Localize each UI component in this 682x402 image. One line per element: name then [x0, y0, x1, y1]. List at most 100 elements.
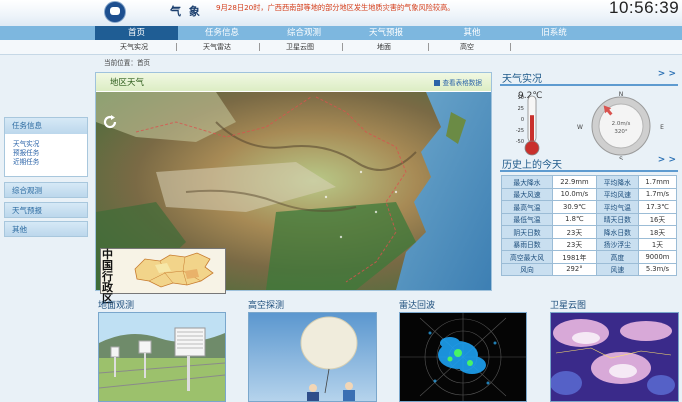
nav-other[interactable]: 其他 [430, 26, 514, 40]
live-weather-header: 天气实况 > > [500, 69, 678, 86]
history-value-cell: 1981年 [552, 250, 597, 264]
china-outline-map [134, 252, 214, 288]
nav-old-system[interactable]: 旧系统 [514, 26, 594, 40]
clock: 10:56:39 [609, 0, 680, 17]
surface-observation-image[interactable] [98, 312, 226, 402]
subnav-divider [510, 43, 511, 51]
history-label-cell: 风向 [500, 262, 554, 276]
history-more-link[interactable]: > > [658, 155, 676, 165]
history-label-cell: 平均风速 [595, 187, 639, 201]
history-label-cell: 最大降水 [500, 175, 554, 189]
sidebar-item-observation[interactable]: 综合观测 [4, 182, 88, 198]
radar-echo-chart [400, 313, 526, 401]
sidebar-item-forecast[interactable]: 天气预报 [4, 202, 88, 218]
history-value-cell: 1天 [637, 237, 678, 251]
view-table-label: 查看表格数据 [442, 79, 482, 87]
brand-title: 气 象 [170, 5, 202, 18]
history-label-cell: 扬沙浮尘 [595, 237, 639, 251]
refresh-icon[interactable] [102, 114, 118, 130]
thermo-tick-label: -25 [516, 128, 524, 134]
history-value-cell: 23天 [552, 225, 597, 239]
view-table-link[interactable]: 查看表格数据 [434, 77, 482, 87]
card-title-surface[interactable]: 地面观测 [98, 298, 134, 311]
sidebar-link-recent-task[interactable]: 近期任务 [5, 158, 87, 167]
history-label-cell: 最高气温 [500, 200, 554, 214]
history-title: 历史上的今天 [502, 160, 562, 171]
card-title-satellite[interactable]: 卫星云图 [550, 298, 586, 311]
history-label-cell: 风速 [595, 262, 639, 276]
breadcrumb: 当前位置：首页 [104, 59, 151, 67]
history-table: 最大降水 22.9mm 平均降水 1.7mm 最大风速 10.0m/s 平均风速 1.7m/s… [500, 175, 678, 276]
thermo-tick-label: -50 [516, 139, 524, 145]
main-nav: 首页 任务信息 综合观测 天气预报 其他 旧系统 [0, 26, 682, 40]
compass-e-label: E [660, 124, 664, 131]
subnav-divider [428, 43, 429, 51]
history-label-cell: 高空最大风 [500, 250, 554, 264]
history-header: 历史上的今天 > > [500, 155, 678, 172]
history-value-cell: 22.9mm [552, 175, 597, 189]
subnav-live[interactable]: 天气实况 [120, 40, 148, 54]
surface-station-photo [99, 313, 225, 401]
inset-title: 中国行政区 [102, 248, 113, 305]
alert-ticker[interactable]: 9月28日20时，广西西南部等地的部分地区发生地质灾害的气象风险较高。 [216, 3, 455, 13]
history-label-cell: 平均气温 [595, 200, 639, 214]
history-value-cell: 1.8℃ [552, 212, 597, 226]
nav-observation[interactable]: 综合观测 [266, 26, 342, 40]
thermometer-fill [530, 115, 534, 144]
satellite-cloud-image[interactable] [550, 312, 679, 402]
nav-tasks[interactable]: 任务信息 [178, 26, 266, 40]
sidebar-task-box: 任务信息 天气实况 预报任务 近期任务 [4, 117, 88, 177]
history-row: 最大降水 22.9mm 平均降水 1.7mm [500, 175, 678, 189]
history-label-cell: 降水日数 [595, 225, 639, 239]
history-value-cell: 5.3m/s [637, 262, 678, 276]
history-row: 高空最大风 1981年 高度 9000m [500, 250, 678, 264]
sidebar-link-live[interactable]: 天气实况 [5, 140, 87, 149]
history-row: 最大风速 10.0m/s 平均风速 1.7m/s [500, 187, 678, 201]
thermo-tick-label: 50 [518, 95, 524, 101]
history-value-cell: 30.9℃ [552, 200, 597, 214]
radar-echo-image[interactable] [399, 312, 527, 402]
card-title-radar[interactable]: 雷达回波 [399, 298, 435, 311]
nav-forecast[interactable]: 天气预报 [342, 26, 430, 40]
subnav-divider [259, 43, 260, 51]
subnav-surface[interactable]: 地面 [377, 40, 391, 54]
history-row: 阴天日数 23天 降水日数 18天 [500, 225, 678, 239]
history-value-cell: 23天 [552, 237, 597, 251]
history-row: 最高气温 30.9℃ 平均气温 17.3℃ [500, 200, 678, 214]
sidebar-item-other[interactable]: 其他 [4, 221, 88, 237]
map-panel-header: 地区天气 查看表格数据 [96, 73, 491, 91]
sidebar-task-header[interactable]: 任务信息 [5, 118, 87, 134]
live-weather-gauges: 50 25 0 -25 -50 N S E W 2.0m/s 320° [516, 91, 664, 160]
history-value-cell: 10.0m/s [552, 187, 597, 201]
nav-home[interactable]: 首页 [95, 26, 178, 40]
history-value-cell: 1.7m/s [637, 187, 678, 201]
subnav-upper-air[interactable]: 高空 [460, 40, 474, 54]
regional-weather-panel: 地区天气 查看表格数据 中国行政区 [95, 72, 492, 304]
history-label-cell: 晴天日数 [595, 212, 639, 226]
history-value-cell: 1.7mm [637, 175, 678, 189]
card-title-upper-air[interactable]: 高空探测 [248, 298, 284, 311]
subnav-radar[interactable]: 天气雷达 [203, 40, 231, 54]
history-value-cell: 17.3℃ [637, 200, 678, 214]
subnav-divider [176, 43, 177, 51]
history-label-cell: 最大风速 [500, 187, 554, 201]
live-weather-more-link[interactable]: > > [658, 69, 676, 79]
table-icon [434, 80, 441, 86]
history-value-cell: 9000m [637, 250, 678, 264]
map-panel-title: 地区天气 [110, 78, 145, 88]
thermo-tick-label: 25 [518, 106, 524, 112]
upper-air-image[interactable] [248, 312, 377, 402]
history-row: 风向 292° 风速 5.3m/s [500, 262, 678, 276]
wind-speed-value: 2.0m/s [612, 121, 631, 127]
wind-direction-value: 320° [614, 129, 627, 135]
subnav-satellite[interactable]: 卫星云图 [286, 40, 314, 54]
administrative-inset-map[interactable]: 中国行政区 [100, 248, 226, 304]
history-value-cell: 292° [552, 262, 597, 276]
compass-n-label: N [619, 91, 624, 98]
history-label-cell: 平均降水 [595, 175, 639, 189]
sub-nav: 天气实况 天气雷达 卫星云图 地面 高空 [0, 40, 682, 55]
history-row: 最低气温 1.8℃ 晴天日数 16天 [500, 212, 678, 226]
header-bar: 气 象 9月28日20时，广西西南部等地的部分地区发生地质灾害的气象风险较高。 … [0, 0, 682, 26]
sidebar-link-forecast-task[interactable]: 预报任务 [5, 149, 87, 158]
history-value-cell: 18天 [637, 225, 678, 239]
